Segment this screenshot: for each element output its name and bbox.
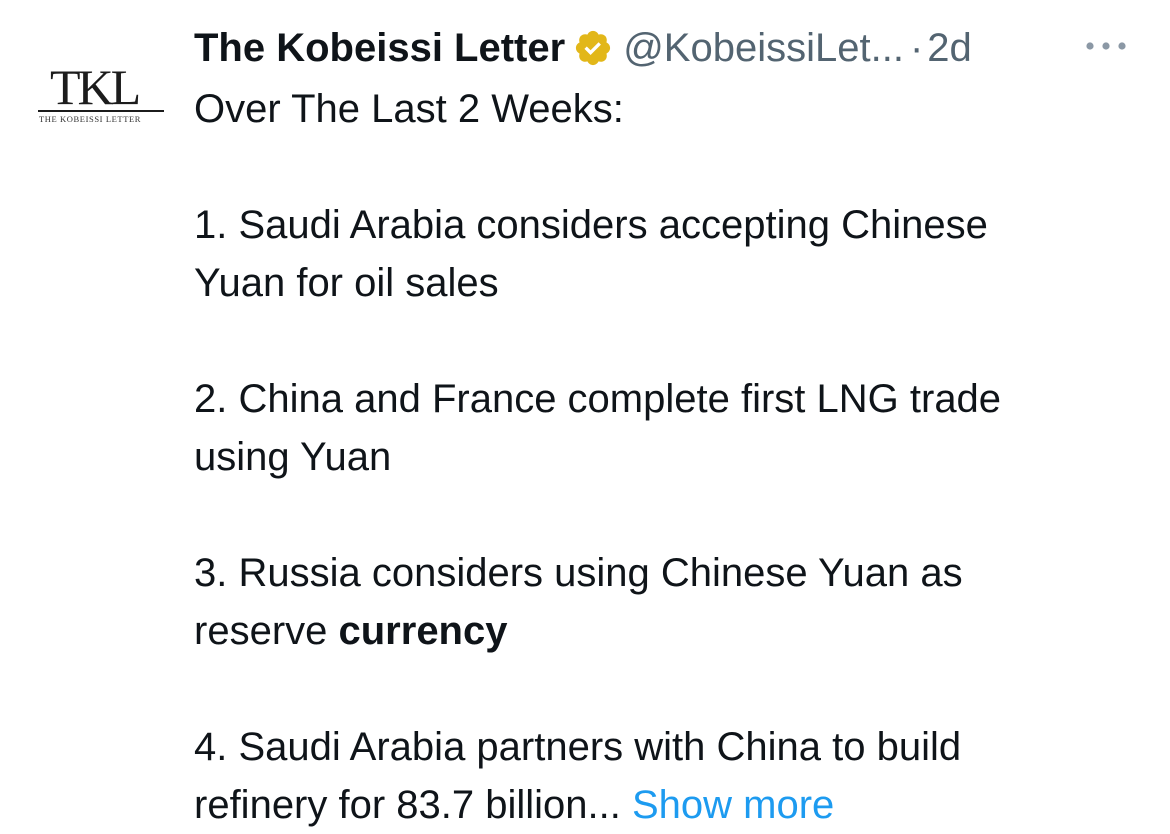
item-4-line-1: 4. Saudi Arabia partners with China to b… xyxy=(194,725,962,769)
avatar[interactable]: TKL THE KOBEISSI LETTER xyxy=(36,62,166,124)
tweet[interactable]: TKL THE KOBEISSI LETTER The Kobeissi Let… xyxy=(0,0,1170,831)
avatar-caption: THE KOBEISSI LETTER xyxy=(39,114,142,124)
item-2-line-1: 2. China and France complete first LNG t… xyxy=(194,377,1002,421)
verified-badge-icon[interactable] xyxy=(573,28,613,68)
avatar-rule xyxy=(38,110,164,112)
avatar-monogram: TKL xyxy=(50,59,141,115)
author-handle[interactable]: @KobeissiLet... xyxy=(623,26,904,71)
tweet-text: Over The Last 2 Weeks: 1. Saudi Arabia c… xyxy=(194,80,1144,834)
item-3-line-1: 3. Russia considers using Chinese Yuan a… xyxy=(194,551,963,595)
item-3-bold-word: currency xyxy=(338,609,508,653)
item-1-line-1: 1. Saudi Arabia considers accepting Chin… xyxy=(194,203,988,247)
tweet-header: The Kobeissi Letter @KobeissiLet... · 2d xyxy=(194,22,1144,74)
item-3-line-2-prefix: reserve xyxy=(194,609,339,653)
timestamp[interactable]: 2d xyxy=(927,26,972,71)
item-3-line-2: reserve currency xyxy=(194,602,1144,660)
item-4-line-2-text: refinery for 83.7 billion... xyxy=(194,783,621,827)
item-4-line-2: refinery for 83.7 billion... Show more xyxy=(194,776,1144,834)
more-options-icon[interactable] xyxy=(1082,30,1130,62)
intro-line: Over The Last 2 Weeks: xyxy=(194,87,624,131)
item-2-line-2: using Yuan xyxy=(194,435,392,479)
show-more-link[interactable]: Show more xyxy=(632,783,834,827)
author-name[interactable]: The Kobeissi Letter xyxy=(194,26,565,71)
item-1-line-2: Yuan for oil sales xyxy=(194,261,499,305)
separator-dot: · xyxy=(909,25,924,70)
